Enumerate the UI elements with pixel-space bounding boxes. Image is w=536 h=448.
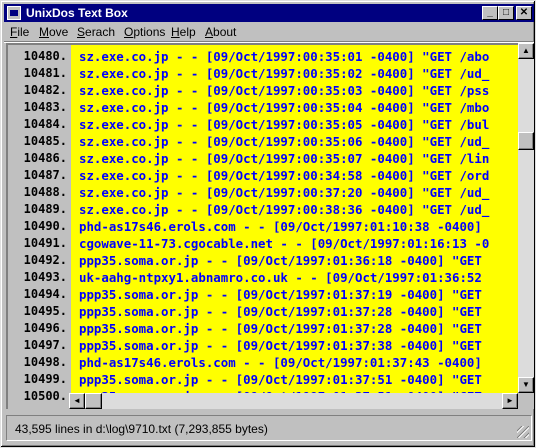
scroll-up-button[interactable]: ▲ [518, 43, 534, 59]
menu-search[interactable]: Serach [77, 25, 115, 39]
line-number-gutter: 10480. 10481. 10482. 10483. 10484. 10485. 1048… [8, 45, 71, 409]
log-line-text: ppp35.soma.or.jp - - [09/Oct/1997:01:37:… [79, 321, 482, 336]
log-line-text: ppp35.soma.or.jp - - [09/Oct/1997:01:37:… [79, 338, 482, 353]
log-line-text: sz.exe.co.jp - - [09/Oct/1997:00:35:05 -… [79, 117, 490, 132]
line-number: 10481. [23, 66, 67, 80]
scroll-right-button[interactable]: ► [502, 393, 518, 409]
line-number: 10490. [23, 219, 67, 233]
log-line-text: cgowave-11-73.cgocable.net - - [09/Oct/1… [79, 236, 490, 251]
line-number: 10491. [23, 236, 67, 250]
menu-move[interactable]: Move [39, 25, 68, 39]
log-line-text: sz.exe.co.jp - - [09/Oct/1997:00:35:01 -… [79, 49, 490, 64]
window-title: UnixDos Text Box [26, 6, 128, 20]
line-number: 10484. [23, 117, 67, 131]
vertical-scrollbar[interactable]: ▲ ▼ [518, 43, 534, 409]
menu-bar: File Move Serach Options Help About [4, 23, 534, 41]
menu-help[interactable]: Help [171, 25, 196, 39]
log-line-text: sz.exe.co.jp - - [09/Oct/1997:00:35:07 -… [79, 151, 490, 166]
log-line-text: sz.exe.co.jp - - [09/Oct/1997:00:37:20 -… [79, 185, 490, 200]
resize-grip-icon[interactable] [517, 426, 529, 438]
minimize-button[interactable]: _ [482, 6, 498, 20]
log-line-text: sz.exe.co.jp - - [09/Oct/1997:00:35:02 -… [79, 66, 490, 81]
log-line-text: ppp35.soma.or.jp - - [09/Oct/1997:01:36:… [79, 253, 482, 268]
line-number: 10499. [23, 372, 67, 386]
log-line-text: ppp35.soma.or.jp - - [09/Oct/1997:01:37:… [79, 287, 482, 302]
status-text: 43,595 lines in d:\log\9710.txt (7,293,8… [15, 422, 268, 436]
menu-file[interactable]: File [10, 25, 29, 39]
text-area[interactable]: sz.exe.co.jp - - [09/Oct/1997:00:35:01 -… [71, 45, 518, 394]
line-number: 10480. [23, 49, 67, 63]
scroll-down-button[interactable]: ▼ [518, 377, 534, 393]
horizontal-scrollbar[interactable]: ◄ ► [69, 393, 518, 409]
line-number: 10482. [23, 83, 67, 97]
line-number: 10500. [23, 389, 67, 403]
title-bar[interactable]: UnixDos Text Box _ □ ✕ [4, 4, 534, 22]
line-number: 10498. [23, 355, 67, 369]
line-number: 10496. [23, 321, 67, 335]
line-number: 10485. [23, 134, 67, 148]
log-line-text: ppp35.soma.or.jp - - [09/Oct/1997:01:37:… [79, 304, 482, 319]
line-number: 10495. [23, 304, 67, 318]
log-line-text: phd-as17s46.erols.com - - [09/Oct/1997:0… [79, 219, 482, 234]
status-panel: 43,595 lines in d:\log\9710.txt (7,293,8… [6, 415, 532, 441]
log-line-text: phd-as17s46.erols.com - - [09/Oct/1997:0… [79, 355, 482, 370]
line-number: 10492. [23, 253, 67, 267]
log-line-text: sz.exe.co.jp - - [09/Oct/1997:00:35:03 -… [79, 83, 490, 98]
log-line-text: sz.exe.co.jp - - [09/Oct/1997:00:35:06 -… [79, 134, 490, 149]
horizontal-scroll-thumb[interactable] [85, 393, 102, 409]
app-icon[interactable] [7, 6, 21, 20]
scrollbar-corner [518, 393, 534, 409]
vertical-scroll-thumb[interactable] [518, 132, 534, 150]
log-line-text: ppp35.soma.or.jp - - [09/Oct/1997:01:37:… [79, 372, 482, 387]
scroll-left-button[interactable]: ◄ [69, 393, 85, 409]
log-line-text: sz.exe.co.jp - - [09/Oct/1997:00:38:36 -… [79, 202, 490, 217]
line-number: 10493. [23, 270, 67, 284]
line-number: 10494. [23, 287, 67, 301]
line-number: 10487. [23, 168, 67, 182]
log-line-text: sz.exe.co.jp - - [09/Oct/1997:00:35:04 -… [79, 100, 490, 115]
app-window: UnixDos Text Box _ □ ✕ File Move Serach … [0, 0, 536, 448]
close-button[interactable]: ✕ [516, 6, 532, 20]
line-number: 10497. [23, 338, 67, 352]
menu-about[interactable]: About [205, 25, 236, 39]
maximize-button[interactable]: □ [498, 6, 514, 20]
menu-options[interactable]: Options [124, 25, 165, 39]
text-view: 10480. 10481. 10482. 10483. 10484. 10485. 1048… [6, 43, 518, 409]
status-bar: 43,595 lines in d:\log\9710.txt (7,293,8… [4, 411, 534, 446]
log-line-text: sz.exe.co.jp - - [09/Oct/1997:00:34:58 -… [79, 168, 490, 183]
line-number: 10488. [23, 185, 67, 199]
line-number: 10489. [23, 202, 67, 216]
log-line-text: uk-aahg-ntpxy1.abnamro.co.uk - - [09/Oct… [79, 270, 482, 285]
line-number: 10483. [23, 100, 67, 114]
line-number: 10486. [23, 151, 67, 165]
